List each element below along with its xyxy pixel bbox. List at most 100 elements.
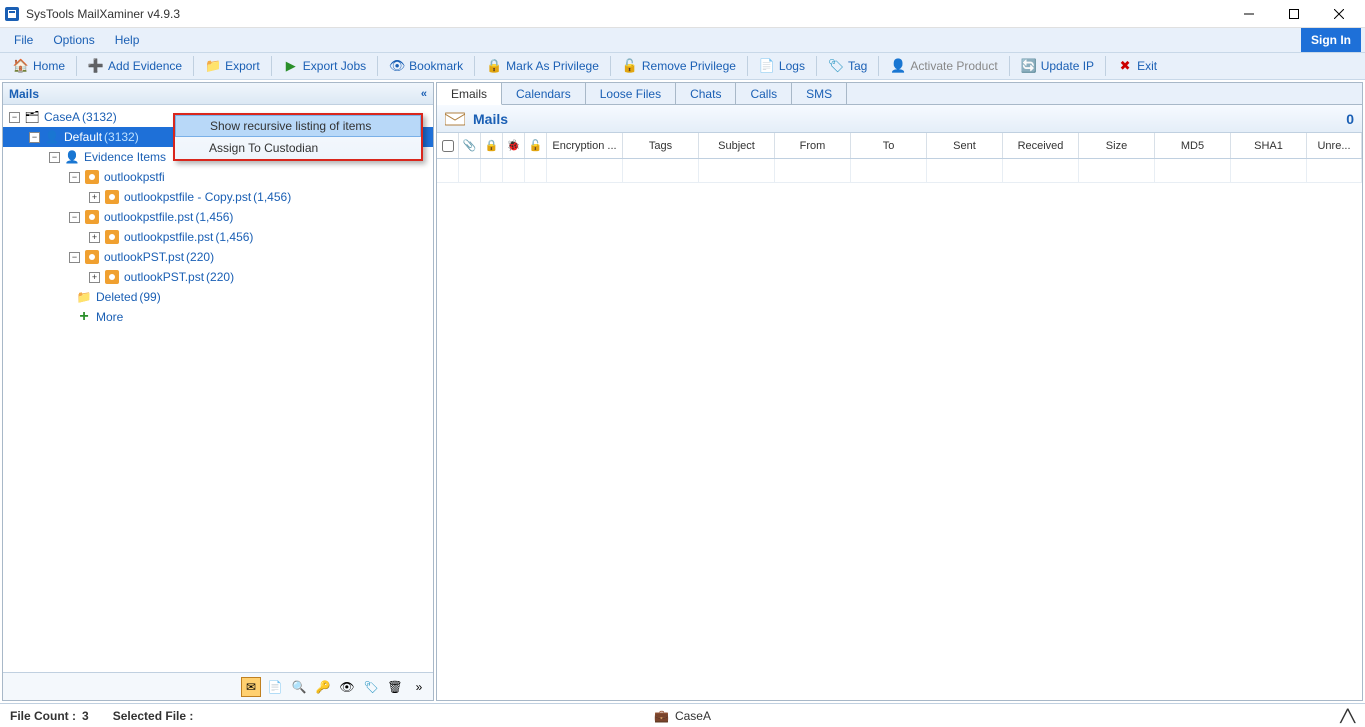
menu-help[interactable]: Help [105,31,150,49]
close-button[interactable] [1316,0,1361,28]
page-icon[interactable]: 📄 [265,677,285,697]
outlook-icon [84,249,100,265]
add-evidence-button[interactable]: ➕Add Evidence [79,55,191,77]
tag-icon[interactable]: 🏷 [361,677,381,697]
update-ip-button[interactable]: 🔄Update IP [1012,55,1103,77]
chevron-up-icon[interactable]: ╱╲ [1341,709,1355,723]
tag-button[interactable]: 🏷Tag [819,55,876,77]
expander-icon[interactable]: − [29,132,40,143]
col-received[interactable]: Received [1003,133,1079,158]
col-checkbox[interactable] [437,133,459,158]
expander-icon[interactable]: − [49,152,60,163]
mail-icon [445,111,465,127]
col-size[interactable]: Size [1079,133,1155,158]
expander-icon[interactable]: − [69,212,80,223]
col-to[interactable]: To [851,133,927,158]
content-pane: Emails Calendars Loose Files Chats Calls… [436,82,1363,701]
tree-deleted[interactable]: 📁 Deleted (99) [3,287,433,307]
col-tags[interactable]: Tags [623,133,699,158]
refresh-icon: 🔄 [1021,58,1037,74]
table-row [437,159,1362,183]
col-privilege-icon[interactable]: 🔓 [525,133,547,158]
trash-icon[interactable]: 🗑 [385,677,405,697]
tab-sms[interactable]: SMS [792,83,847,104]
statusbar: File Count : 3 Selected File : 💼 CaseA ╱… [0,703,1365,727]
expander-icon[interactable]: + [89,232,100,243]
tab-loose-files[interactable]: Loose Files [586,83,676,104]
unlock-icon: 🔓 [622,58,638,74]
home-button[interactable]: 🏠Home [4,55,74,77]
expander-icon[interactable]: + [89,192,100,203]
search-icon[interactable]: 🔍 [289,677,309,697]
tab-emails[interactable]: Emails [437,83,502,105]
tag-icon: 🏷 [828,58,844,74]
bookmark-button[interactable]: 👁Bookmark [380,55,472,77]
briefcase-icon: 💼 [654,709,669,723]
export-jobs-button[interactable]: ▶Export Jobs [274,55,375,77]
col-from[interactable]: From [775,133,851,158]
folder-icon: 📁 [76,289,92,305]
col-sent[interactable]: Sent [927,133,1003,158]
home-icon: 🏠 [13,58,29,74]
tree-pst3-sub[interactable]: + outlookPST.pst (220) [3,267,433,287]
mark-privilege-button[interactable]: 🔒Mark As Privilege [477,55,608,77]
status-case-name: CaseA [675,709,711,723]
expander-icon[interactable]: − [9,112,20,123]
key-icon[interactable]: 🔑 [313,677,333,697]
expander-icon[interactable]: + [89,272,100,283]
expander-icon[interactable]: − [69,252,80,263]
tree-pst2-sub[interactable]: + outlookpstfile.pst (1,456) [3,227,433,247]
menu-options[interactable]: Options [43,31,104,49]
window-title: SysTools MailXaminer v4.9.3 [26,7,1226,21]
sidebar-toolbar: ✉ 📄 🔍 🔑 👁 🏷 🗑 » [3,672,433,700]
sidebar: Mails « − 🗂 CaseA (3132) − 👤 Default (31… [2,82,434,701]
collapse-icon[interactable]: « [421,88,427,100]
mail-view-icon[interactable]: ✉ [241,677,261,697]
tab-chats[interactable]: Chats [676,83,736,104]
col-unread[interactable]: Unre... [1307,133,1362,158]
main-area: Mails « − 🗂 CaseA (3132) − 👤 Default (31… [0,80,1365,703]
titlebar: SysTools MailXaminer v4.9.3 [0,0,1365,28]
case-icon: 🗂 [24,109,40,125]
activate-product-button[interactable]: 👤Activate Product [881,55,1006,77]
export-button[interactable]: 📁Export [196,55,269,77]
pane-count: 0 [1346,111,1354,127]
remove-privilege-button[interactable]: 🔓Remove Privilege [613,55,745,77]
grid-body [437,159,1362,700]
ctx-assign-custodian[interactable]: Assign To Custodian [175,137,421,159]
tree-pst3[interactable]: − outlookPST.pst (220) [3,247,433,267]
col-bug-icon[interactable]: 🐞 [503,133,525,158]
ctx-show-recursive[interactable]: Show recursive listing of items [175,115,421,137]
expand-icon[interactable]: » [409,677,429,697]
logs-button[interactable]: 📄Logs [750,55,814,77]
minimize-button[interactable] [1226,0,1271,28]
menu-file[interactable]: File [4,31,43,49]
maximize-button[interactable] [1271,0,1316,28]
col-md5[interactable]: MD5 [1155,133,1231,158]
col-sha1[interactable]: SHA1 [1231,133,1307,158]
folder-icon: 📁 [205,58,221,74]
context-menu: Show recursive listing of items Assign T… [173,113,423,161]
user-icon: 👤 [890,58,906,74]
tree-more[interactable]: + More [3,307,433,327]
signin-button[interactable]: Sign In [1301,28,1361,52]
col-subject[interactable]: Subject [699,133,775,158]
exit-button[interactable]: ✖Exit [1108,55,1166,77]
expander-icon[interactable]: − [69,172,80,183]
col-lock-icon[interactable]: 🔒 [481,133,503,158]
tree-pst1-sub[interactable]: + outlookpstfile - Copy.pst (1,456) [3,187,433,207]
window-controls [1226,0,1361,28]
eye-icon: 👁 [389,58,405,74]
plus-icon: + [76,309,92,325]
tree: − 🗂 CaseA (3132) − 👤 Default (3132) Show… [3,105,433,672]
tree-pst1[interactable]: − outlookpstfi [3,167,433,187]
eye-icon[interactable]: 👁 [337,677,357,697]
tab-calendars[interactable]: Calendars [502,83,586,104]
tab-calls[interactable]: Calls [736,83,792,104]
col-encryption[interactable]: Encryption ... [547,133,623,158]
app-logo-icon [4,6,20,22]
tree-pst2[interactable]: − outlookpstfile.pst (1,456) [3,207,433,227]
col-attachment-icon[interactable]: 📎 [459,133,481,158]
plus-icon: ➕ [88,58,104,74]
sidebar-title: Mails [9,87,39,101]
